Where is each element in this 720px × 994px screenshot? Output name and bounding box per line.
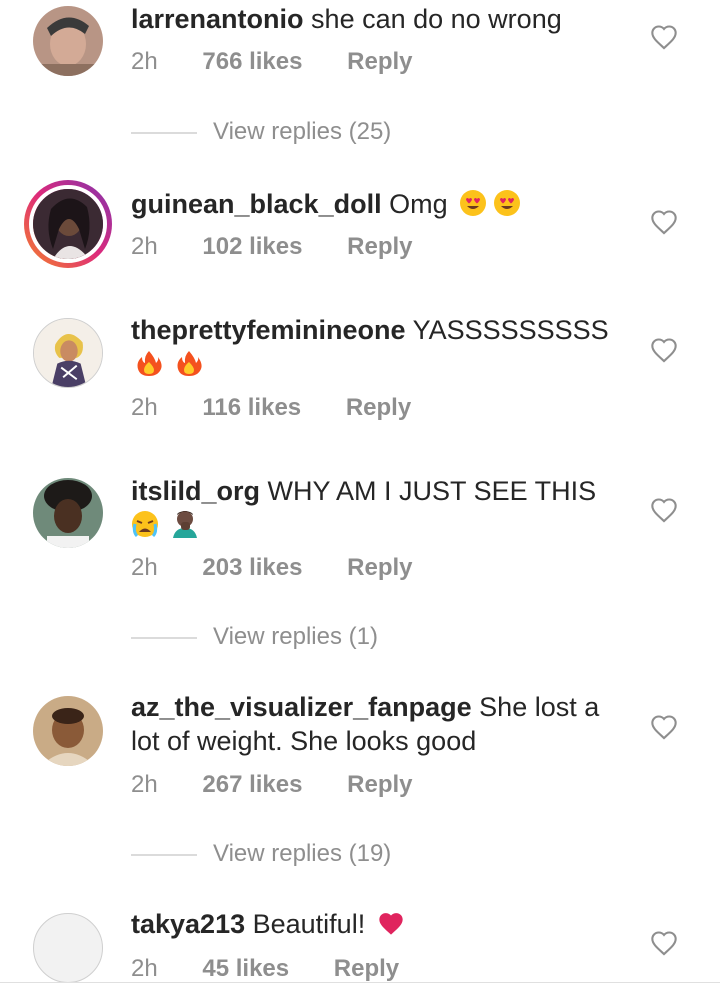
like-heart-icon[interactable] [650,24,678,50]
reply-button[interactable]: Reply [347,48,412,75]
comment-body: Omg [389,189,448,219]
comment-text: takya213 Beautiful! [131,907,631,941]
timestamp: 2h [131,955,158,982]
heart-eyes-emoji [460,190,487,216]
comment-meta: 2h 102 likes Reply [131,233,413,261]
comment-meta: 2h 116 likes Reply [131,394,411,422]
reply-button[interactable]: Reply [347,233,412,260]
timestamp: 2h [131,394,158,421]
fire-emoji [177,351,202,376]
view-replies-label: View replies (25) [213,118,392,145]
username[interactable]: guinean_black_doll [131,189,382,219]
view-replies-button[interactable]: View replies (19) [131,840,391,868]
likes-count[interactable]: 766 likes [202,48,302,75]
comment-text: guinean_black_doll Omg [131,187,631,221]
comment-text: az_the_visualizer_fanpage She lost a lot… [131,690,631,758]
fire-emoji [137,351,162,376]
avatar[interactable] [33,696,103,766]
like-heart-icon[interactable] [650,497,678,523]
avatar-photo [33,189,103,259]
red-heart-emoji [379,913,403,935]
avatar-story-ring[interactable] [24,180,112,268]
comment-meta: 2h 267 likes Reply [131,771,413,799]
reply-button[interactable]: Reply [347,771,412,798]
avatar-photo [33,6,103,76]
likes-count[interactable]: 102 likes [202,233,302,260]
divider-line [131,636,197,639]
avatar-photo [34,319,102,387]
view-replies-label: View replies (1) [213,623,378,650]
likes-count[interactable]: 203 likes [202,554,302,581]
avatar[interactable] [33,6,103,76]
comment-body: Beautiful! [252,909,366,939]
heart-eyes-emoji [494,190,521,216]
comment-body: YASSSSSSSSS [412,315,609,345]
bottom-divider [0,982,720,983]
timestamp: 2h [131,233,158,260]
view-replies-label: View replies (19) [213,840,392,867]
reply-button[interactable]: Reply [347,554,412,581]
timestamp: 2h [131,771,158,798]
username[interactable]: az_the_visualizer_fanpage [131,692,472,722]
username[interactable]: theprettyfeminineone [131,315,406,345]
username[interactable]: larrenantonio [131,4,304,34]
like-heart-icon[interactable] [650,209,678,235]
comment-text: itslild_org WHY AM I JUST SEE THIS [131,474,631,542]
avatar[interactable] [33,478,103,548]
avatar[interactable] [33,318,103,388]
reply-button[interactable]: Reply [334,955,399,982]
avatar-photo [33,478,103,548]
like-heart-icon[interactable] [650,337,678,363]
view-replies-button[interactable]: View replies (25) [131,118,391,146]
timestamp: 2h [131,48,158,75]
likes-count[interactable]: 116 likes [202,394,301,421]
crying-emoji [132,511,158,538]
view-replies-button[interactable]: View replies (1) [131,623,378,651]
username[interactable]: takya213 [131,909,245,939]
comment-text: theprettyfeminineone YASSSSSSSSS [131,313,631,381]
comment-meta: 2h 203 likes Reply [131,554,413,582]
comment-meta: 2h 766 likes Reply [131,48,413,76]
comment-body: she can do no wrong [311,4,562,34]
comment-text: larrenantonio she can do no wrong [131,2,631,36]
avatar-photo [33,696,103,766]
comment-body: WHY AM I JUST SEE THIS [267,476,597,506]
likes-count[interactable]: 45 likes [202,955,289,982]
timestamp: 2h [131,554,158,581]
username[interactable]: itslild_org [131,476,260,506]
like-heart-icon[interactable] [650,930,678,956]
comment-meta: 2h 45 likes Reply [131,955,399,983]
divider-line [131,853,197,856]
avatar-placeholder[interactable] [33,913,103,983]
likes-count[interactable]: 267 likes [202,771,302,798]
like-heart-icon[interactable] [650,714,678,740]
divider-line [131,131,197,134]
reply-button[interactable]: Reply [346,394,411,421]
facepalm-emoji [173,511,197,538]
